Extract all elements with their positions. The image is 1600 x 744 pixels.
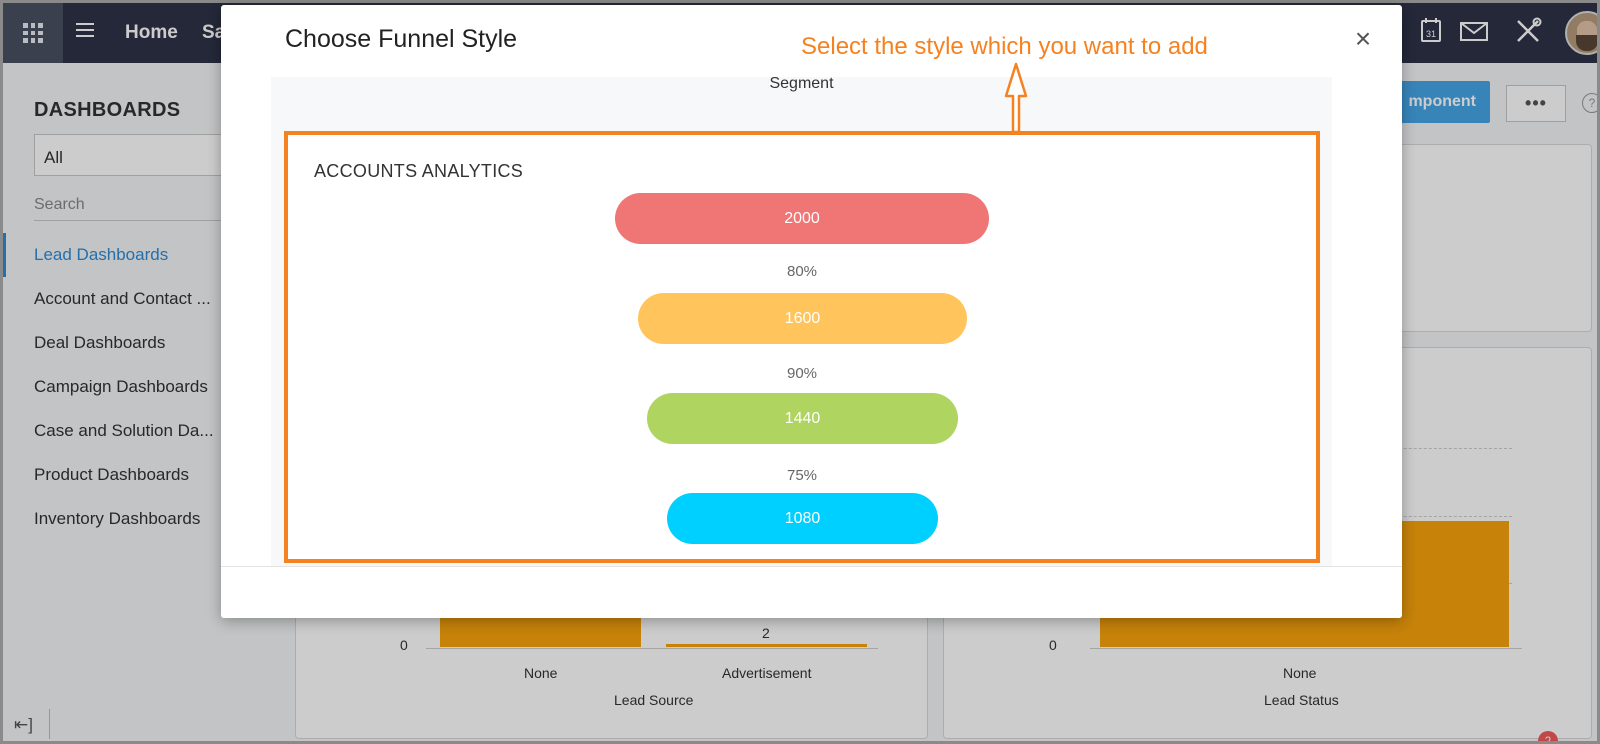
funnel-style-option-accounts-analytics[interactable]: ACCOUNTS ANALYTICS 2000 80% 1600 90% 144… [284, 131, 1320, 563]
conversion-rate-2: 90% [786, 365, 818, 382]
modal-footer [221, 566, 1402, 618]
conversion-rate-3: 75% [786, 467, 818, 484]
modal-title: Choose Funnel Style [285, 25, 518, 53]
annotation-arrow-icon [1004, 62, 1028, 134]
funnel-stage-4: 1080 [667, 493, 938, 544]
conversion-rate-1: 80% [786, 263, 818, 280]
tutorial-annotation: Select the style which you want to add [801, 33, 1208, 60]
funnel-stage-1: 2000 [615, 193, 989, 244]
segment-style-label: Segment [769, 77, 834, 92]
close-icon[interactable]: × [1349, 25, 1377, 53]
funnel-stage-3: 1440 [647, 393, 958, 444]
funnel-stage-2: 1600 [638, 293, 967, 344]
preview-title: ACCOUNTS ANALYTICS [314, 161, 524, 181]
